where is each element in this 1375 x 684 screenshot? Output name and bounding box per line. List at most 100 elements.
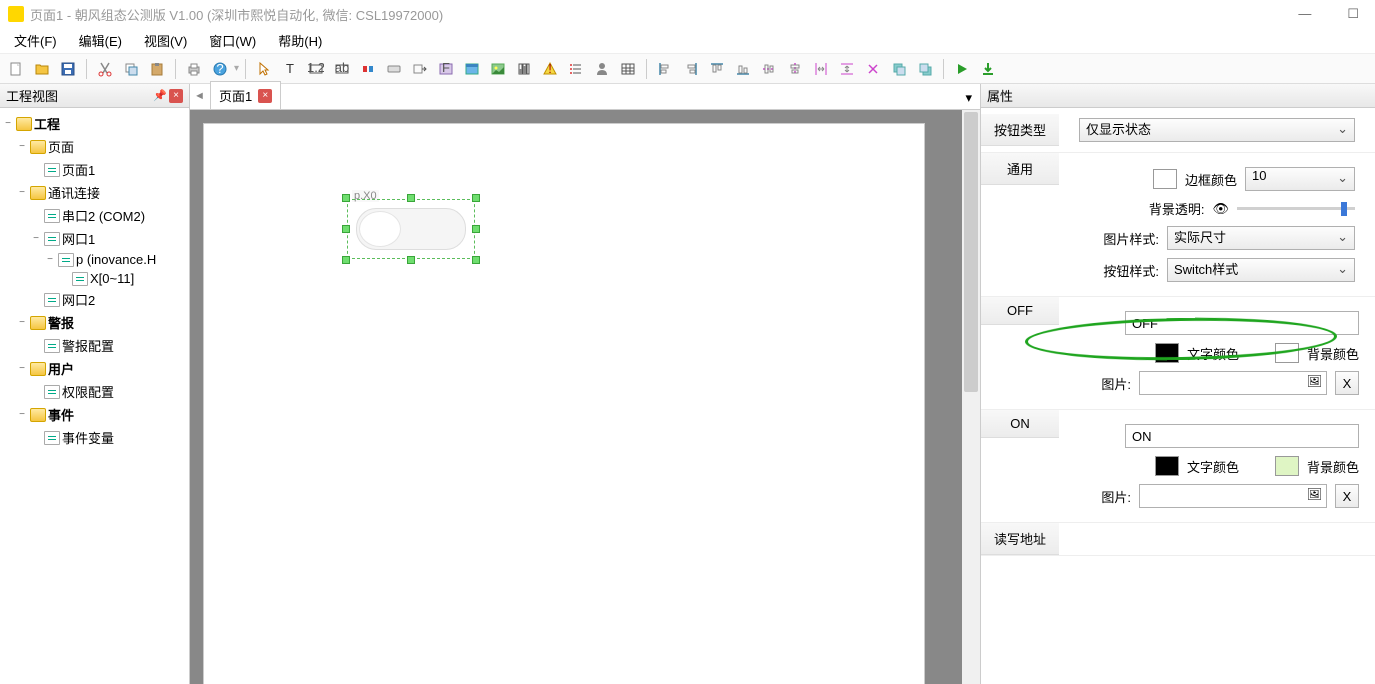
image-style-select[interactable]: 实际尺寸 [1167, 226, 1355, 250]
vertical-scrollbar[interactable] [962, 110, 980, 684]
resize-handle[interactable] [472, 194, 480, 202]
text-input-icon[interactable]: ab [330, 57, 354, 81]
toolbar: ? ▾ T 1.2 ab F ! [0, 54, 1375, 84]
help-icon[interactable]: ? [208, 57, 232, 81]
minimize-button[interactable]: — [1290, 4, 1319, 24]
svg-text:T: T [286, 61, 294, 76]
on-image-input[interactable] [1139, 484, 1327, 508]
tab-page1[interactable]: 页面1 × [210, 81, 281, 109]
properties-panel: 属性 按钮类型 仅显示状态 通用 边框颜色 10 [980, 84, 1375, 684]
page-canvas[interactable]: p.X0 [204, 124, 924, 684]
button-style-select[interactable]: Switch样式 [1167, 258, 1355, 282]
distribute-h-icon[interactable] [809, 57, 833, 81]
list-icon[interactable] [564, 57, 588, 81]
close-tab-icon[interactable]: × [258, 89, 272, 103]
label-on-bg-color: 背景颜色 [1307, 457, 1359, 476]
save-icon[interactable] [56, 57, 80, 81]
paste-icon[interactable] [145, 57, 169, 81]
pointer-icon[interactable] [252, 57, 276, 81]
cut-icon[interactable] [93, 57, 117, 81]
off-bg-color-swatch[interactable] [1275, 343, 1299, 363]
tab-dropdown-icon[interactable]: ▾ [965, 90, 972, 106]
bargraph-icon[interactable] [512, 57, 536, 81]
on-image-clear-button[interactable]: X [1335, 484, 1359, 508]
resize-handle[interactable] [342, 225, 350, 233]
goto-icon[interactable] [408, 57, 432, 81]
indicator-icon[interactable] [356, 57, 380, 81]
new-icon[interactable] [4, 57, 28, 81]
resize-handle[interactable] [472, 256, 480, 264]
on-bg-color-swatch[interactable] [1275, 456, 1299, 476]
border-color-swatch[interactable] [1153, 169, 1177, 189]
menu-edit[interactable]: 编辑(E) [69, 27, 132, 54]
properties-title: 属性 [987, 86, 1013, 105]
panel-title: 工程视图 [6, 86, 58, 105]
project-tree[interactable]: −工程 −页面 页面1 −通讯连接 串口2 (COM2) −网口1 −p (in… [0, 108, 189, 684]
align-left-icon[interactable] [653, 57, 677, 81]
maximize-button[interactable]: ☐ [1339, 4, 1367, 24]
selected-widget[interactable]: p.X0 [342, 194, 480, 264]
align-right-icon[interactable] [679, 57, 703, 81]
section-rw-addr: 读写地址 [981, 523, 1059, 555]
resize-handle[interactable] [472, 225, 480, 233]
button-icon[interactable] [382, 57, 406, 81]
off-image-clear-button[interactable]: X [1335, 371, 1359, 395]
on-text-input[interactable] [1125, 424, 1359, 448]
align-center-v-icon[interactable] [783, 57, 807, 81]
align-top-icon[interactable] [705, 57, 729, 81]
function-icon[interactable]: F [434, 57, 458, 81]
label-off-image: 图片: [1069, 374, 1131, 393]
svg-text:!: ! [548, 61, 552, 76]
align-bottom-icon[interactable] [731, 57, 755, 81]
label-bg-trans: 背景透明: [1142, 199, 1204, 218]
off-text-color-swatch[interactable] [1155, 343, 1179, 363]
send-back-icon[interactable] [913, 57, 937, 81]
canvas-area[interactable]: p.X0 [190, 110, 980, 684]
resize-handle[interactable] [407, 194, 415, 202]
button-type-select[interactable]: 仅显示状态 [1079, 118, 1355, 142]
close-panel-icon[interactable]: × [169, 89, 183, 103]
bring-front-icon[interactable] [887, 57, 911, 81]
label-img-style: 图片样式: [1097, 229, 1159, 248]
panel-icon[interactable] [460, 57, 484, 81]
menu-help[interactable]: 帮助(H) [268, 27, 332, 54]
transparency-slider[interactable] [1237, 207, 1355, 210]
table-icon[interactable] [616, 57, 640, 81]
eye-icon[interactable]: 👁 [1212, 201, 1229, 217]
run-icon[interactable] [950, 57, 974, 81]
label-btn-style: 按钮样式: [1097, 261, 1159, 280]
copy-icon[interactable] [119, 57, 143, 81]
menu-view[interactable]: 视图(V) [134, 27, 197, 54]
on-text-color-swatch[interactable] [1155, 456, 1179, 476]
pin-icon[interactable]: 📌 [153, 89, 167, 103]
canvas-panel: ◄ 页面1 × ▾ p.X0 [190, 84, 980, 684]
warning-icon[interactable]: ! [538, 57, 562, 81]
project-tree-panel: 工程视图 📌 × −工程 −页面 页面1 −通讯连接 串口2 (COM2) −网… [0, 84, 190, 684]
menu-file[interactable]: 文件(F) [4, 27, 67, 54]
user-icon[interactable] [590, 57, 614, 81]
tab-scroll-left-icon[interactable]: ◄ [194, 90, 205, 102]
swap-icon[interactable] [861, 57, 885, 81]
print-icon[interactable] [182, 57, 206, 81]
switch-widget[interactable] [356, 208, 466, 250]
image-icon[interactable] [486, 57, 510, 81]
open-icon[interactable] [30, 57, 54, 81]
section-on: ON [981, 410, 1059, 438]
download-icon[interactable] [976, 57, 1000, 81]
menu-window[interactable]: 窗口(W) [199, 27, 266, 54]
resize-handle[interactable] [342, 194, 350, 202]
align-center-h-icon[interactable] [757, 57, 781, 81]
section-button-type: 按钮类型 [981, 114, 1059, 146]
label-on-image: 图片: [1069, 487, 1131, 506]
border-width-select[interactable]: 10 [1245, 167, 1355, 191]
distribute-v-icon[interactable] [835, 57, 859, 81]
off-image-input[interactable] [1139, 371, 1327, 395]
menu-bar: 文件(F) 编辑(E) 视图(V) 窗口(W) 帮助(H) [0, 28, 1375, 54]
resize-handle[interactable] [342, 256, 350, 264]
text-icon[interactable]: T [278, 57, 302, 81]
off-text-input[interactable] [1125, 311, 1359, 335]
resize-handle[interactable] [407, 256, 415, 264]
number-input-icon[interactable]: 1.2 [304, 57, 328, 81]
section-general: 通用 [981, 153, 1059, 185]
label-off-text-color: 文字颜色 [1187, 344, 1239, 363]
